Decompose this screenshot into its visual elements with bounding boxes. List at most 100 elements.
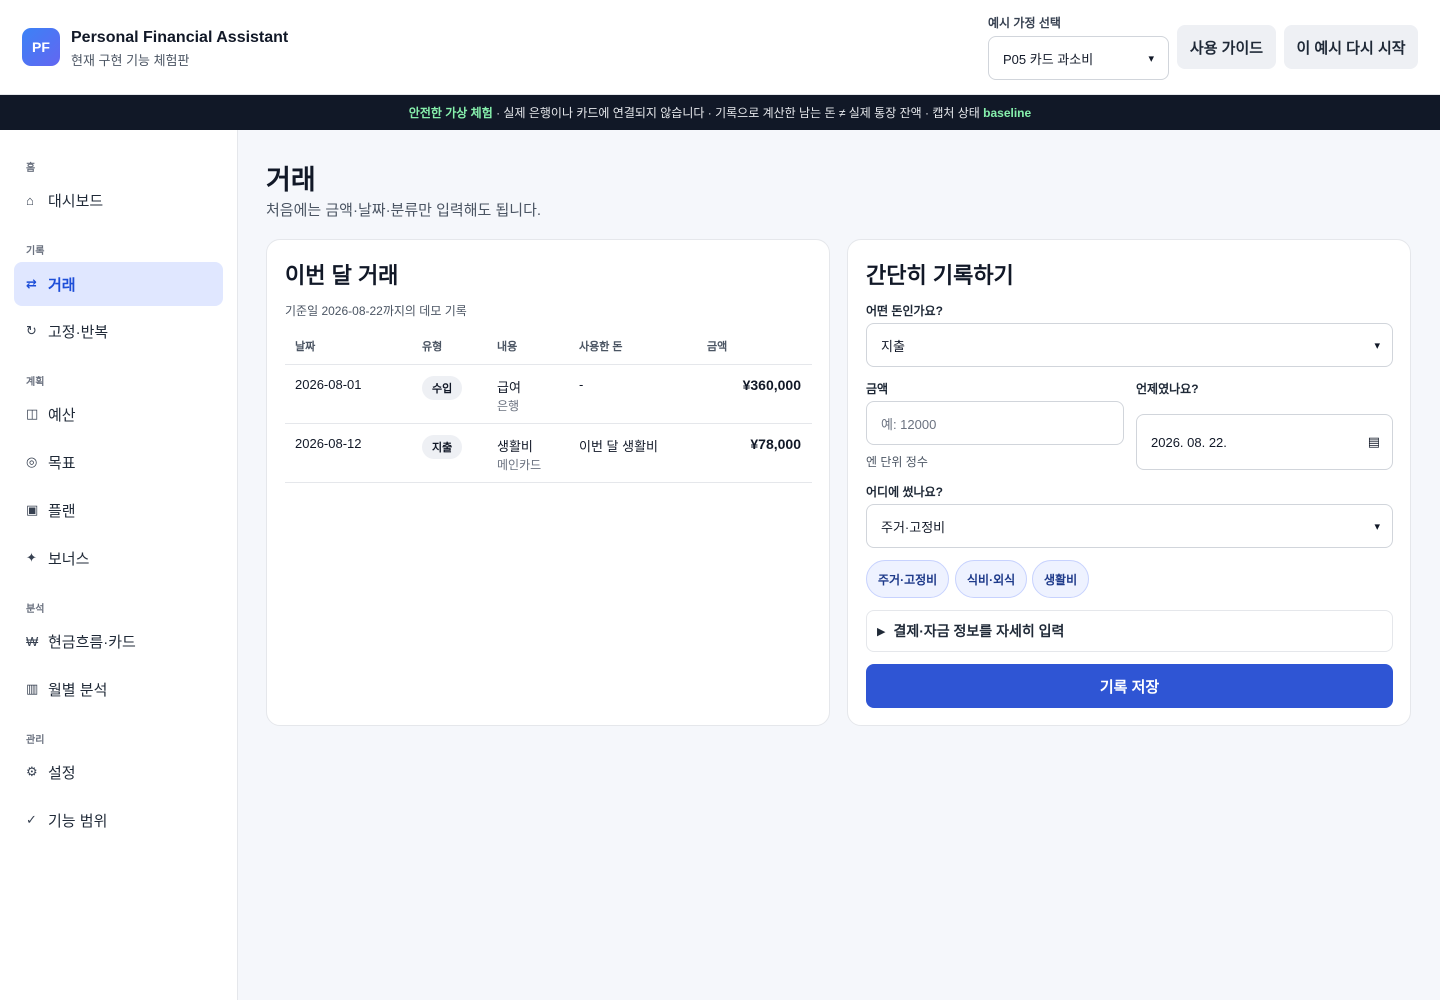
type-badge: 수입	[422, 376, 463, 400]
sidebar-item-label: 설정	[48, 764, 76, 782]
transactions-note: 기준일 2026-08-22까지의 데모 기록	[285, 304, 467, 318]
bar-chart-icon: ▥	[26, 681, 39, 696]
row-date: 2026-08-01	[295, 377, 362, 392]
sidebar-section-plan: 계획	[26, 377, 45, 388]
gear-icon: ⚙	[26, 764, 38, 779]
row-date: 2026-08-12	[295, 436, 362, 451]
chevron-down-icon: ▾	[1148, 52, 1154, 65]
row-amount: ¥360,000	[742, 377, 801, 393]
column-header-date: 날짜	[295, 341, 316, 353]
household-select-value: P05 카드 과소비	[1003, 51, 1094, 67]
type-badge: 지출	[422, 435, 463, 459]
sidebar-item-label: 대시보드	[48, 192, 104, 210]
row-spent: -	[579, 377, 584, 392]
category-select-value: 주거·고정비	[881, 519, 946, 535]
sidebar-item-label: 예산	[48, 406, 76, 424]
banner-accent: 안전한 가상 체험	[408, 106, 493, 120]
kind-select-value: 지출	[881, 338, 905, 354]
column-header-amount: 금액	[707, 341, 728, 353]
table-divider	[285, 482, 812, 483]
sidebar-item-label: 플랜	[48, 502, 76, 520]
chevron-down-icon: ▾	[1374, 339, 1380, 352]
sidebar-item-label: 거래	[48, 276, 76, 294]
app-title: Personal Financial Assistant	[71, 29, 289, 46]
sidebar-item-bonus[interactable]: ✦ 보너스	[14, 536, 223, 580]
home-icon: ⌂	[26, 192, 34, 208]
banner-state: baseline	[983, 105, 1032, 120]
category-select[interactable]: 주거·고정비 ▾	[866, 504, 1393, 548]
sidebar-item-recurring[interactable]: ↻ 고정·반복	[14, 309, 223, 353]
household-select[interactable]: P05 카드 과소비 ▾	[988, 36, 1169, 80]
page-subtitle: 처음에는 금액·날짜·분류만 입력해도 됩니다.	[266, 202, 542, 219]
transactions-card: 이번 달 거래 기준일 2026-08-22까지의 데모 기록 날짜 유형 내용…	[266, 239, 830, 726]
sidebar-item-goals[interactable]: ◎ 목표	[14, 440, 223, 484]
row-amount: ¥78,000	[750, 436, 801, 452]
guide-button[interactable]: 사용 가이드	[1177, 25, 1276, 69]
kind-label: 어떤 돈인가요?	[866, 304, 943, 318]
target-icon: ◎	[26, 454, 38, 469]
budget-icon: ◫	[26, 406, 39, 421]
calendar-icon[interactable]: ▤	[1368, 434, 1380, 450]
table-divider	[285, 364, 812, 365]
row-content: 급여	[497, 380, 521, 395]
sidebar-item-label: 보너스	[48, 550, 90, 568]
sidebar-section-analysis: 분석	[26, 604, 45, 615]
category-chip-housing[interactable]: 주거·고정비	[866, 560, 950, 598]
row-content-sub: 은행	[497, 399, 520, 413]
chevron-down-icon: ▾	[1374, 520, 1380, 533]
quick-entry-card: 간단히 기록하기 어떤 돈인가요? 지출 ▾ 금액 예: 12000 엔 단위 …	[847, 239, 1411, 726]
safety-banner: 안전한 가상 체험 · 실제 은행이나 카드에 연결되지 않습니다 · 기록으로…	[0, 95, 1440, 130]
sidebar: 홈 ⌂ 대시보드 기록 ⇄ 거래 ↻ 고정·반복 계획 ◫ 예산 ◎ 목표 ▣ …	[0, 130, 238, 1000]
sparkle-icon: ✦	[26, 550, 37, 565]
banner-text: · 실제 은행이나 카드에 연결되지 않습니다 · 기록으로 계산한 남는 돈 …	[492, 106, 984, 120]
sidebar-item-label: 월별 분석	[48, 681, 108, 699]
page-title: 거래	[266, 165, 316, 195]
kind-select[interactable]: 지출 ▾	[866, 323, 1393, 367]
repeat-icon: ↻	[26, 323, 37, 338]
household-select-label: 예시 가정 선택	[988, 16, 1061, 30]
column-header-spent: 사용한 돈	[579, 341, 623, 353]
swap-icon: ⇄	[26, 276, 37, 291]
sidebar-section-manage: 관리	[26, 735, 45, 746]
column-header-type: 유형	[422, 341, 443, 353]
details-toggle[interactable]: ▶ 결제·자금 정보를 자세히 입력	[866, 610, 1393, 652]
date-input[interactable]: 2026. 08. 22. ▤	[1136, 414, 1393, 470]
sidebar-item-budget[interactable]: ◫ 예산	[14, 392, 223, 436]
category-chip-living[interactable]: 생활비	[1032, 560, 1090, 598]
sidebar-section-home: 홈	[26, 163, 36, 174]
column-header-content: 내용	[497, 341, 518, 353]
sidebar-item-plans[interactable]: ▣ 플랜	[14, 488, 223, 532]
row-content-sub: 메인카드	[497, 458, 542, 472]
transactions-title: 이번 달 거래	[285, 263, 399, 288]
restart-example-button[interactable]: 이 예시 다시 시작	[1284, 25, 1418, 69]
sidebar-section-records: 기록	[26, 246, 45, 257]
amount-help: 엔 단위 정수	[866, 455, 928, 469]
won-icon: ₩	[26, 633, 39, 649]
amount-label: 금액	[866, 382, 889, 396]
category-chip-food[interactable]: 식비·외식	[955, 560, 1028, 598]
sidebar-item-label: 기능 범위	[48, 812, 108, 830]
sidebar-item-label: 고정·반복	[48, 323, 109, 341]
sidebar-item-label: 현금흐름·카드	[48, 633, 136, 651]
date-label: 언제였나요?	[1136, 382, 1199, 396]
app-logo: PF	[22, 28, 60, 66]
save-record-button[interactable]: 기록 저장	[866, 664, 1393, 708]
row-content: 생활비	[497, 439, 533, 454]
sidebar-item-feature-scope[interactable]: ✓ 기능 범위	[14, 798, 223, 842]
sidebar-item-label: 목표	[48, 454, 76, 472]
app-header: PF Personal Financial Assistant 현재 구현 기능…	[0, 0, 1440, 95]
app-subtitle: 현재 구현 기능 체험판	[71, 53, 190, 68]
amount-input[interactable]: 예: 12000	[866, 401, 1124, 445]
quick-entry-title: 간단히 기록하기	[866, 263, 1014, 288]
sidebar-item-transactions[interactable]: ⇄ 거래	[14, 262, 223, 306]
sidebar-item-dashboard[interactable]: ⌂ 대시보드	[14, 178, 223, 222]
plan-icon: ▣	[26, 502, 39, 517]
table-divider	[285, 423, 812, 424]
sidebar-item-cashflow[interactable]: ₩ 현금흐름·카드	[14, 619, 223, 663]
row-spent: 이번 달 생활비	[579, 439, 658, 454]
check-icon: ✓	[26, 812, 37, 827]
date-input-value: 2026. 08. 22.	[1151, 434, 1227, 450]
sidebar-item-monthly-analysis[interactable]: ▥ 월별 분석	[14, 667, 223, 711]
category-label: 어디에 썼나요?	[866, 485, 943, 499]
sidebar-item-settings[interactable]: ⚙ 설정	[14, 750, 223, 794]
